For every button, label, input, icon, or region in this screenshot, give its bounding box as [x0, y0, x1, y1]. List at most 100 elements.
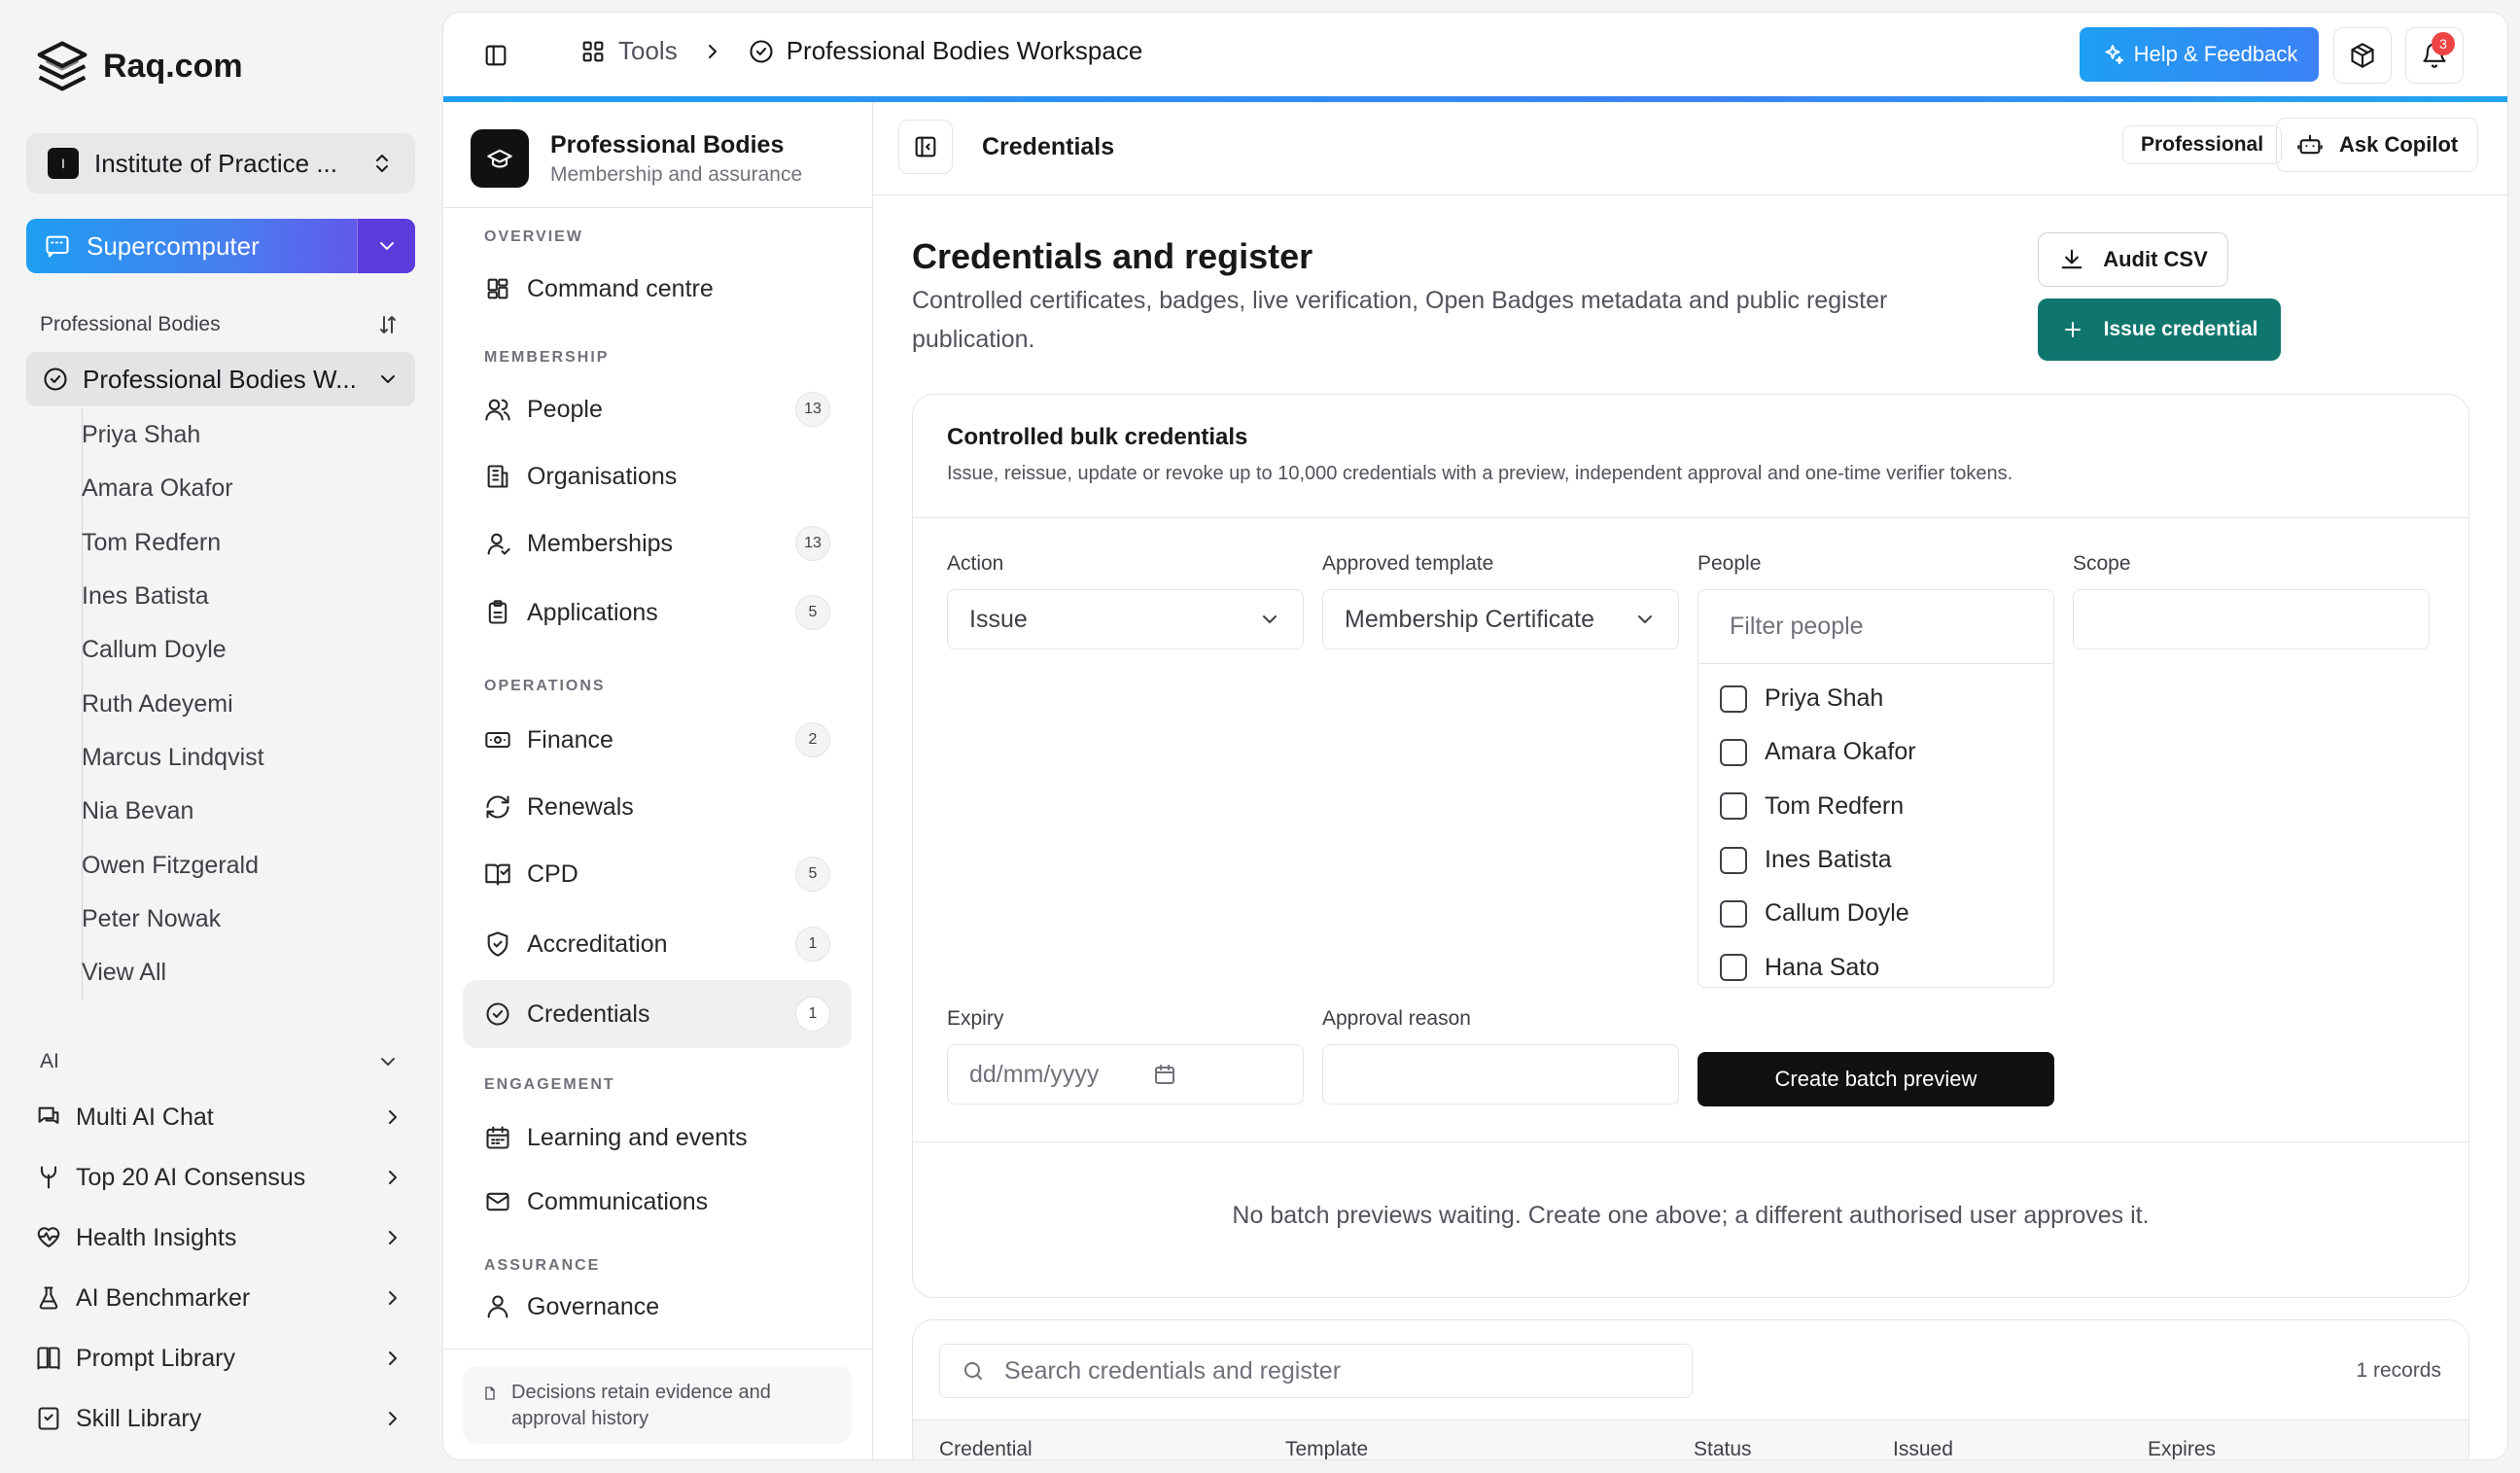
nav-section-overview: OVERVIEW	[484, 228, 583, 245]
column-header[interactable]: Status	[1694, 1438, 1752, 1459]
checkbox[interactable]	[1720, 738, 1747, 766]
nav-item-organisations[interactable]: Organisations	[463, 442, 852, 510]
person-option[interactable]: Tom Redfern	[1720, 780, 2053, 833]
clipboard-icon	[484, 599, 511, 626]
person-option[interactable]: Priya Shah	[1720, 672, 2053, 725]
person-option[interactable]: Amara Okafor	[1720, 725, 2053, 779]
graduation-cap-icon	[471, 129, 529, 188]
register-search-input[interactable]: Search credentials and register	[939, 1344, 1693, 1398]
nav-item-accreditation[interactable]: Accreditation 1	[463, 910, 852, 978]
nav-item-learning-events[interactable]: Learning and events	[463, 1104, 852, 1172]
nav-label: Learning and events	[527, 1123, 748, 1151]
person-name: Callum Doyle	[1765, 899, 1909, 928]
professional-chip[interactable]: Professional	[2122, 125, 2283, 164]
nav-section-assurance: ASSURANCE	[484, 1257, 601, 1274]
nav-item-finance[interactable]: Finance 2	[463, 706, 852, 774]
supercomputer-main[interactable]: Supercomputer	[26, 231, 357, 262]
nav-item-cpd[interactable]: CPD 5	[463, 840, 852, 908]
checkbox[interactable]	[1720, 684, 1747, 713]
template-select[interactable]: Membership Certificate	[1322, 589, 1679, 649]
ai-item-label: Multi AI Chat	[76, 1103, 214, 1131]
nav-item-renewals[interactable]: Renewals	[463, 773, 852, 841]
sidebar-person[interactable]: Marcus Lindqvist	[82, 731, 264, 785]
checkbox[interactable]	[1720, 899, 1747, 928]
action-label: Action	[947, 552, 1004, 575]
sidebar-person[interactable]: Owen Fitzgerald	[82, 838, 264, 892]
nav-item-people[interactable]: People 13	[463, 375, 852, 443]
nav-label: People	[527, 395, 603, 423]
organisation-switcher[interactable]: I Institute of Practice ...	[26, 133, 415, 193]
nav-item-credentials[interactable]: Credentials 1	[463, 980, 852, 1048]
person-name: Tom Redfern	[1765, 791, 1905, 820]
sidebar-person[interactable]: Peter Nowak	[82, 893, 264, 946]
approval-reason-input[interactable]	[1322, 1044, 1679, 1105]
brand[interactable]: Raq.com	[35, 39, 243, 93]
sidebar-person[interactable]: Amara Okafor	[82, 462, 264, 515]
sort-icon[interactable]	[376, 313, 400, 336]
sidebar-item-workspace[interactable]: Professional Bodies W...	[26, 352, 415, 406]
sidebar-view-all[interactable]: View All	[82, 946, 264, 1000]
sidebar-section-header: Professional Bodies	[40, 313, 400, 336]
sidebar-person[interactable]: Ruth Adeyemi	[82, 677, 264, 730]
sidebar-item-top-20-ai-consensus[interactable]: Top 20 AI Consensus	[35, 1147, 404, 1208]
expiry-date-input[interactable]: dd/mm/yyyy	[947, 1044, 1304, 1105]
ai-section-header[interactable]: AI	[40, 1050, 400, 1073]
calendar-icon[interactable]	[1153, 1063, 1176, 1086]
person-option[interactable]: Ines Batista	[1720, 833, 2053, 887]
sidebar-person[interactable]: Ines Batista	[82, 570, 264, 623]
checkbox[interactable]	[1720, 954, 1747, 982]
person-option[interactable]: Callum Doyle	[1720, 887, 2053, 940]
search-placeholder: Search credentials and register	[1004, 1356, 1342, 1385]
sidebar-item-health-insights[interactable]: Health Insights	[35, 1208, 404, 1268]
column-header[interactable]: Expires	[2148, 1438, 2216, 1459]
nav-item-command-centre[interactable]: Command centre	[463, 255, 852, 323]
table-header: Credential Template Status Issued Expire…	[913, 1420, 2468, 1459]
scope-input[interactable]	[2073, 589, 2430, 649]
column-header[interactable]: Credential	[939, 1438, 1032, 1459]
create-batch-preview-button[interactable]: Create batch preview	[1698, 1052, 2054, 1106]
count-badge: 1	[795, 997, 830, 1032]
person-option[interactable]: Hana Sato	[1720, 940, 2053, 987]
sidebar-item-ai-benchmarker[interactable]: AI Benchmarker	[35, 1268, 404, 1328]
workspace-people-list: Priya Shah Amara Okafor Tom Redfern Ines…	[82, 408, 264, 1000]
notifications-button[interactable]: 3	[2405, 27, 2464, 84]
notification-badge: 3	[2432, 32, 2455, 55]
scope-label: Scope	[2073, 552, 2131, 575]
message-square-icon	[44, 232, 71, 260]
breadcrumb-workspace: Professional Bodies Workspace	[786, 36, 1143, 65]
sidebar-person[interactable]: Nia Bevan	[82, 785, 264, 838]
supercomputer-button[interactable]: Supercomputer	[26, 219, 415, 273]
column-header[interactable]: Template	[1285, 1438, 1368, 1459]
ask-copilot-button[interactable]: Ask Copilot	[2276, 118, 2478, 172]
sidebar-item-prompt-library[interactable]: Prompt Library	[35, 1328, 404, 1388]
book-open-check-icon	[484, 860, 511, 888]
sidebar-person[interactable]: Callum Doyle	[82, 623, 264, 677]
nav-item-applications[interactable]: Applications 5	[463, 579, 852, 647]
nav-item-communications[interactable]: Communications	[463, 1168, 852, 1236]
audit-csv-button[interactable]: Audit CSV	[2038, 232, 2228, 287]
nav-section-membership: MEMBERSHIP	[484, 349, 610, 366]
people-filter-input[interactable]: Filter people	[1698, 590, 2053, 664]
checkbox[interactable]	[1720, 792, 1747, 821]
nav-item-governance[interactable]: Governance	[463, 1278, 852, 1336]
issue-credential-button[interactable]: Issue credential	[2038, 298, 2281, 361]
help-feedback-button[interactable]: Help & Feedback	[2080, 27, 2319, 82]
sidebar-person[interactable]: Priya Shah	[82, 408, 264, 462]
app-sidebar: Raq.com I Institute of Practice ... Supe…	[0, 0, 442, 1473]
chat-icon	[35, 1104, 62, 1131]
column-header[interactable]: Issued	[1893, 1438, 1953, 1459]
panel-toggle-button[interactable]	[898, 120, 953, 174]
checkbox[interactable]	[1720, 846, 1747, 874]
supercomputer-dropdown[interactable]	[357, 219, 415, 273]
ask-copilot-label: Ask Copilot	[2339, 132, 2459, 157]
action-select[interactable]: Issue	[947, 589, 1304, 649]
sidebar-item-multi-ai-chat[interactable]: Multi AI Chat	[35, 1087, 404, 1147]
sidebar-item-skill-library[interactable]: Skill Library	[35, 1388, 404, 1449]
heart-pulse-icon	[35, 1224, 62, 1251]
package-button[interactable]	[2333, 27, 2392, 84]
sidebar-toggle-icon[interactable]	[482, 42, 509, 69]
refresh-icon	[484, 793, 511, 821]
breadcrumb-tools[interactable]: Tools	[618, 36, 678, 66]
nav-item-memberships[interactable]: Memberships 13	[463, 509, 852, 578]
sidebar-person[interactable]: Tom Redfern	[82, 516, 264, 570]
